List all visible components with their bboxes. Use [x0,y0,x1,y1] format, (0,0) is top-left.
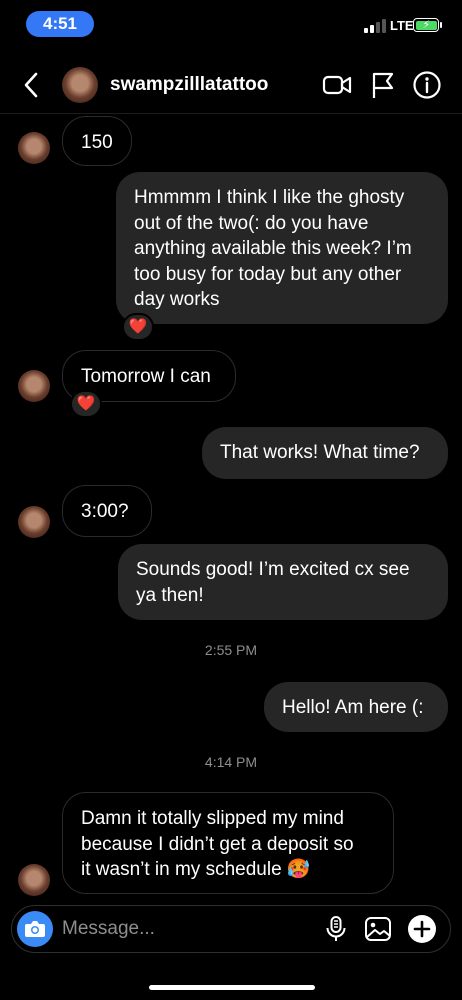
message-out[interactable]: That works! What time? [202,427,448,479]
sender-avatar[interactable] [18,864,50,896]
timestamp: 4:14 PM [204,754,258,770]
heart-reaction-icon[interactable]: ❤️ [122,313,154,341]
sender-avatar[interactable] [18,506,50,538]
chat-header: swampzilllatattoo [0,56,462,114]
message-input[interactable] [62,906,322,951]
plus-icon [413,920,431,938]
camera-icon [25,921,45,937]
sender-avatar[interactable] [18,132,50,164]
message-out[interactable]: Sounds good! I’m excited cx see ya then! [118,544,448,620]
chat-username[interactable]: swampzilllatattoo [110,74,268,96]
status-time: 4:51 [26,11,94,37]
network-label: LTE [390,18,414,33]
message-in[interactable]: Damn it totally slipped my mind because … [62,792,394,894]
battery-cap [440,22,442,28]
video-camera-icon[interactable] [322,70,352,100]
info-icon[interactable] [412,70,442,100]
message-line: Sounds good! I’m excited cx see [136,559,410,580]
add-button[interactable] [408,915,436,943]
message-line: ya then! [136,584,204,606]
sender-avatar[interactable] [18,370,50,402]
status-bar: 4:51 LTE ⚡ [0,0,462,48]
message-in[interactable]: 3:00? [62,485,152,537]
message-line: too busy for today but any other [134,263,402,285]
message-out[interactable]: Hmmmm I think I like the ghosty out of t… [116,172,448,324]
message-in[interactable]: 150 [62,116,132,166]
microphone-icon[interactable] [322,915,350,943]
message-line: out of the two(: do you have [134,212,369,234]
timestamp: 2:55 PM [204,642,258,658]
message-line: anything available this week? I’m [134,238,412,259]
message-line: Damn it totally slipped my mind [81,808,344,829]
heart-reaction-icon[interactable]: ❤️ [70,390,102,418]
message-line: it wasn’t in my schedule 🥵 [81,859,311,880]
message-out[interactable]: Hello! Am here (: [264,682,448,732]
gallery-icon[interactable] [364,915,392,943]
message-line: day works [134,289,220,310]
chevron-left-icon[interactable] [20,70,44,100]
flag-icon[interactable] [368,70,398,100]
message-thread[interactable]: 150 Hmmmm I think I like the ghosty out … [0,114,462,900]
message-line: because I didn’t get a deposit so [81,833,354,855]
camera-button[interactable] [17,911,53,947]
signal-icon [364,19,386,33]
message-composer [11,905,451,953]
message-line: Hmmmm I think I like the ghosty [134,187,405,208]
battery-icon: ⚡ [413,18,439,32]
header-avatar[interactable] [62,67,98,103]
home-indicator[interactable] [149,985,315,990]
